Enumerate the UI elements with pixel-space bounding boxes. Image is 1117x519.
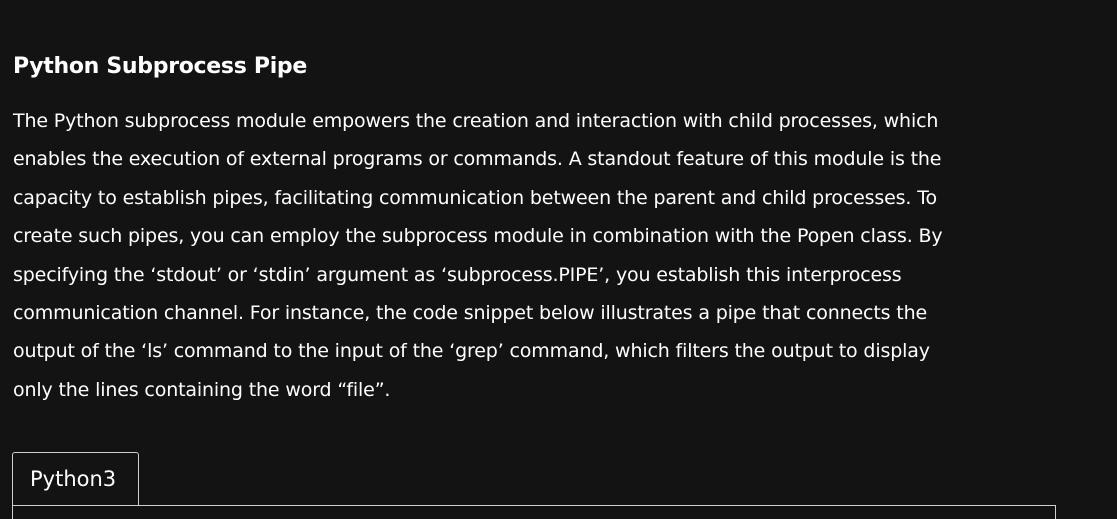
paragraph-line: only the lines containing the word “file… — [13, 378, 391, 401]
paragraph-line: output of the ‘ls’ command to the input … — [13, 340, 930, 363]
code-block-panel[interactable] — [12, 505, 1056, 519]
tab-python3-label: Python3 — [30, 467, 117, 491]
paragraph-line: communication channel. For instance, the… — [13, 302, 928, 325]
tab-python3[interactable]: Python3 — [12, 452, 139, 505]
paragraph-line: The Python subprocess module empowers th… — [13, 110, 939, 132]
article-paragraph: The Python subprocess module empowers th… — [13, 102, 1073, 409]
paragraph-line: capacity to establish pipes, facilitatin… — [13, 186, 937, 209]
article-heading: Python Subprocess Pipe — [13, 54, 307, 80]
paragraph-line: enables the execution of external progra… — [13, 148, 942, 171]
paragraph-line: specifying the ‘stdout’ or ‘stdin’ argum… — [13, 263, 902, 286]
paragraph-line: create such pipes, you can employ the su… — [13, 225, 943, 248]
